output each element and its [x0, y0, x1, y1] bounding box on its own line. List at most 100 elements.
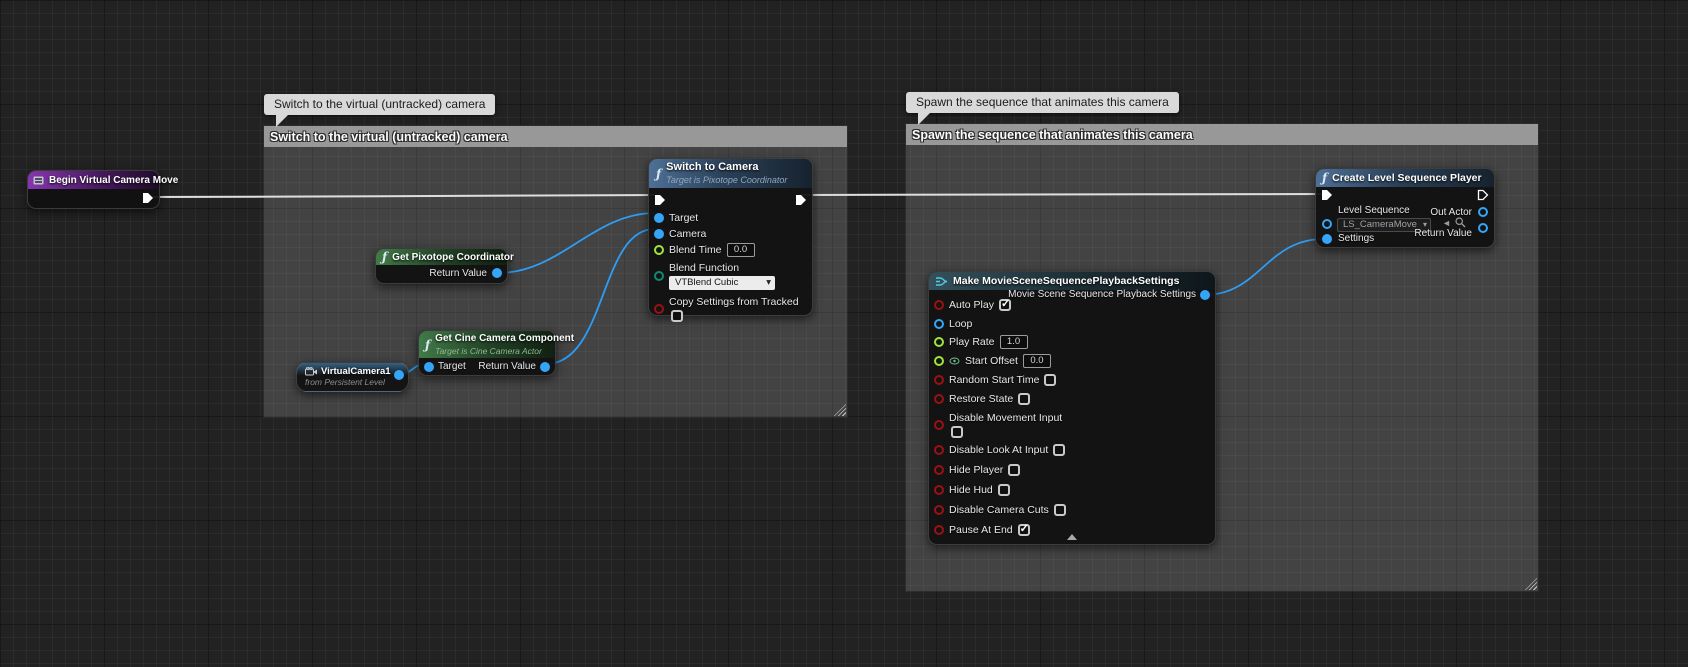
function-icon: ƒ — [425, 339, 430, 351]
pin-label: Movie Scene Sequence Playback Settings — [1008, 289, 1196, 300]
pin-label: Pause At End — [949, 524, 1013, 536]
random-start-time-checkbox[interactable] — [1044, 374, 1056, 386]
exec-out-pin[interactable] — [795, 194, 807, 206]
node-create-level-sequence-player[interactable]: ƒ Create Level Sequence Player Level Seq… — [1315, 168, 1495, 248]
disable-look-at-input-checkbox[interactable] — [1053, 444, 1065, 456]
play-rate-input[interactable]: 1.0 — [1000, 335, 1028, 349]
start-offset-pin[interactable] — [934, 356, 944, 366]
auto-play-checkbox[interactable] — [999, 299, 1011, 311]
node-title: Get Cine Camera Component — [435, 333, 574, 346]
eye-icon — [949, 357, 960, 365]
restore-state-checkbox[interactable] — [1018, 393, 1030, 405]
disable-movement-input-checkbox[interactable] — [951, 426, 963, 438]
node-get-pixotope-coordinator[interactable]: ƒ Get Pixotope Coordinator Return Value — [375, 248, 508, 284]
blend-time-pin[interactable] — [654, 245, 664, 255]
target-pin[interactable] — [654, 213, 664, 223]
node-make-playback-settings[interactable]: Make MovieSceneSequencePlaybackSettings … — [928, 271, 1216, 545]
pin-label: Target — [438, 361, 466, 372]
function-icon: ƒ — [382, 251, 387, 263]
pin-label: Random Start Time — [949, 374, 1039, 386]
node-title: VirtualCamera1 — [321, 366, 391, 377]
hide-hud-pin[interactable] — [934, 485, 944, 495]
pin-label: Disable Movement Input — [949, 412, 1062, 424]
exec-out-pin[interactable] — [142, 192, 154, 204]
comment-header[interactable]: Spawn the sequence that animates this ca… — [906, 124, 1538, 145]
comment-resize-handle[interactable] — [1525, 578, 1537, 590]
function-icon: ƒ — [1322, 172, 1327, 184]
copy-settings-pin[interactable] — [654, 304, 664, 314]
pause-at-end-checkbox[interactable] — [1018, 524, 1030, 536]
pin-label: Loop — [949, 318, 972, 330]
node-title: Make MovieSceneSequencePlaybackSettings — [953, 275, 1179, 287]
hide-hud-checkbox[interactable] — [998, 484, 1010, 496]
pin-label: Start Offset — [965, 355, 1018, 367]
playback-settings-output-pin[interactable] — [1200, 290, 1210, 300]
exec-in-pin[interactable] — [654, 194, 666, 206]
pin-label: Hide Player — [949, 464, 1003, 476]
auto-play-pin[interactable] — [934, 300, 944, 310]
pin-label: Disable Camera Cuts — [949, 504, 1049, 516]
pin-label: Copy Settings from Tracked — [669, 296, 799, 308]
node-title: Get Pixotope Coordinator — [392, 252, 514, 263]
return-value-pin[interactable] — [540, 362, 550, 372]
restore-state-pin[interactable] — [934, 394, 944, 404]
return-value-pin[interactable] — [1478, 223, 1488, 233]
settings-pin[interactable] — [1322, 234, 1332, 244]
camera-icon — [305, 367, 317, 376]
node-get-cine-camera-component[interactable]: ƒ Get Cine Camera Component Target is Ci… — [418, 330, 556, 376]
pin-label: Blend Function — [669, 262, 775, 274]
blend-function-pin[interactable] — [654, 271, 664, 281]
pin-label: Out Actor — [1430, 207, 1472, 218]
pin-label: Disable Look At Input — [949, 444, 1048, 456]
target-pin[interactable] — [424, 362, 434, 372]
node-virtualcamera1-reference[interactable]: VirtualCamera1 from Persistent Level — [296, 362, 409, 392]
disable-camera-cuts-checkbox[interactable] — [1054, 504, 1066, 516]
return-value-pin[interactable] — [492, 268, 502, 278]
comment-header[interactable]: Switch to the virtual (untracked) camera — [264, 126, 847, 147]
disable-movement-input-pin[interactable] — [934, 420, 944, 430]
pin-label: Auto Play — [949, 299, 994, 311]
pin-label: Blend Time — [669, 244, 722, 256]
pin-label: Return Value — [1414, 228, 1472, 239]
blend-function-dropdown[interactable]: VTBlend Cubic — [669, 276, 775, 290]
hide-player-checkbox[interactable] — [1008, 464, 1020, 476]
pause-at-end-pin[interactable] — [934, 525, 944, 535]
node-subtitle: Target is Pixotope Coordinator — [666, 175, 787, 186]
output-pin-row: Movie Scene Sequence Playback Settings — [1008, 289, 1210, 300]
disable-camera-cuts-pin[interactable] — [934, 505, 944, 515]
node-subtitle: Target is Cine Camera Actor — [435, 346, 574, 357]
pin-label: Play Rate — [949, 336, 995, 348]
node-subtitle: from Persistent Level — [297, 377, 408, 387]
play-rate-pin[interactable] — [934, 337, 944, 347]
start-offset-input[interactable]: 0.0 — [1023, 354, 1051, 368]
level-sequence-pin[interactable] — [1322, 219, 1332, 229]
pin-label: Camera — [669, 228, 706, 240]
pin-label: Settings — [1338, 233, 1374, 244]
comment-tooltip: Spawn the sequence that animates this ca… — [906, 92, 1179, 113]
node-title: Create Level Sequence Player — [1332, 172, 1481, 184]
comment-tooltip: Switch to the virtual (untracked) camera — [264, 94, 495, 115]
comment-resize-handle[interactable] — [834, 404, 846, 416]
camera-pin[interactable] — [654, 229, 664, 239]
exec-out-pin[interactable] — [1477, 189, 1489, 201]
node-begin-virtual-camera-move[interactable]: Begin Virtual Camera Move — [27, 170, 160, 209]
node-title: Begin Virtual Camera Move — [49, 175, 178, 186]
actor-output-pin[interactable] — [394, 370, 404, 380]
out-actor-pin[interactable] — [1478, 207, 1488, 217]
make-struct-icon — [935, 276, 948, 287]
blueprint-graph-canvas[interactable]: Switch to the virtual (untracked) camera… — [0, 0, 1688, 667]
collapse-advanced-pins-icon[interactable] — [1067, 534, 1077, 540]
loop-pin[interactable] — [934, 319, 944, 329]
node-switch-to-camera[interactable]: ƒ Switch to Camera Target is Pixotope Co… — [648, 158, 813, 316]
custom-event-icon — [33, 176, 44, 185]
copy-settings-checkbox[interactable] — [671, 310, 683, 322]
pin-label: Hide Hud — [949, 484, 993, 496]
pin-label: Restore State — [949, 393, 1013, 405]
disable-look-at-input-pin[interactable] — [934, 445, 944, 455]
exec-in-pin[interactable] — [1321, 189, 1333, 201]
random-start-time-pin[interactable] — [934, 375, 944, 385]
pin-label: Return Value — [429, 268, 487, 279]
blend-time-input[interactable]: 0.0 — [727, 243, 755, 257]
pin-label: Level Sequence — [1338, 205, 1410, 216]
hide-player-pin[interactable] — [934, 465, 944, 475]
